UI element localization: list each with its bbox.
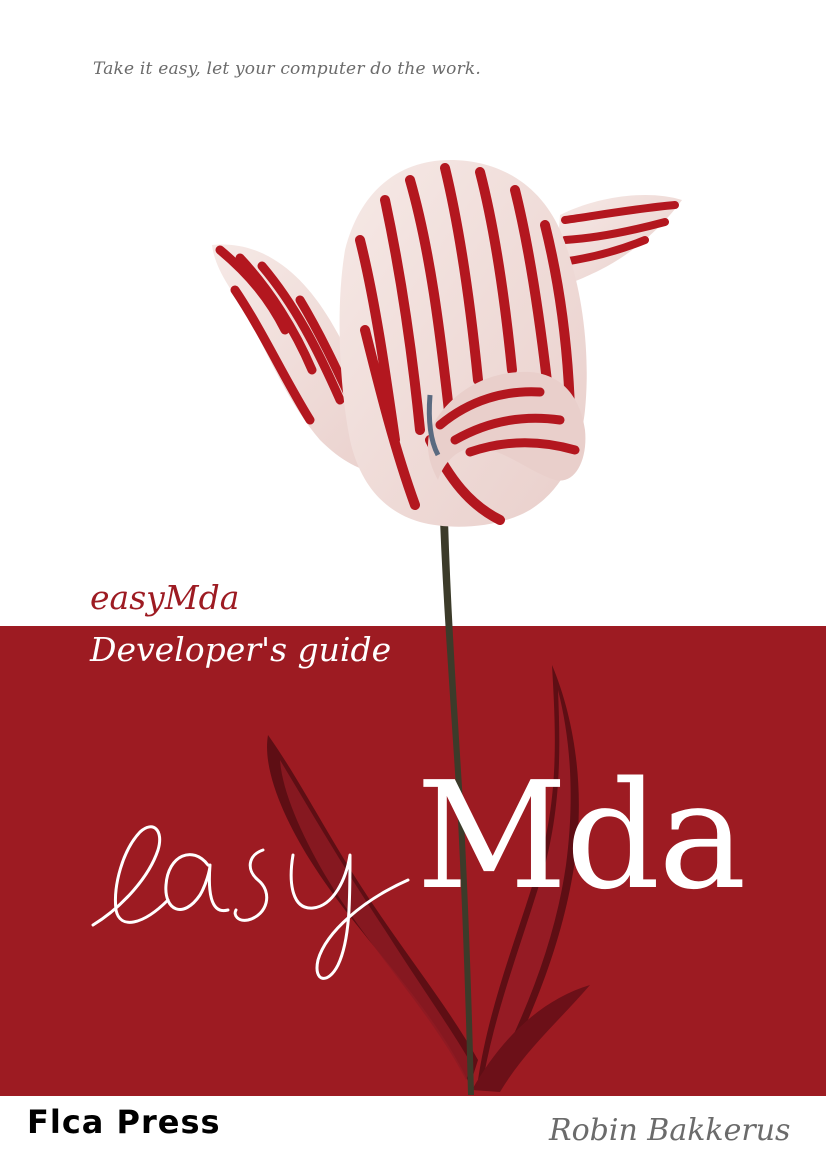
logo-script-easy [91, 825, 410, 980]
book-title: easyMda [90, 578, 240, 617]
book-subtitle: Developer's guide [90, 630, 392, 669]
book-cover: Take it easy, let your computer do the w… [0, 0, 826, 1169]
publisher-name: Flca Press [27, 1103, 221, 1141]
logo-bold-mda: Mda [416, 750, 747, 922]
tagline: Take it easy, let your computer do the w… [93, 59, 482, 79]
author-name: Robin Bakkerus [549, 1113, 791, 1148]
